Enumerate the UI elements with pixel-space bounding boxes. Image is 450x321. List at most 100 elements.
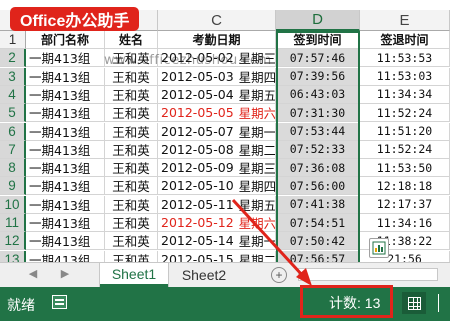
watermark: www.officezhushou.com [104,53,272,68]
weekday-text: 星期五 [238,197,276,213]
cell-checkin[interactable]: 06:43:03 [276,85,360,104]
weekday-text: 星期三 [238,161,276,177]
weekday-text: 星期六 [238,216,276,231]
row-number[interactable]: 2 [0,49,26,68]
sheet-tab-bar: ◀ ▶ Sheet1 Sheet2 + [0,262,450,287]
tab-prev-icon[interactable]: ◀ [26,267,40,280]
cell-dept[interactable]: 一期413组 [26,250,105,262]
cell-checkout[interactable]: 11:52:24 [360,140,450,159]
row-number[interactable]: 5 [0,104,26,123]
cell-name[interactable]: 王和英 [105,250,158,262]
cell-checkout[interactable]: 11:52:24 [360,104,450,123]
date-text: 2012-05-09 [161,160,234,176]
column-header[interactable]: E [360,10,450,31]
cell-checkin[interactable]: 07:53:44 [276,122,360,141]
cell-dept[interactable]: 一期413组 [26,104,105,123]
cell-name[interactable]: 王和英 [105,195,158,214]
row-number[interactable]: 1 [0,31,26,49]
cell-dept[interactable]: 一期413组 [26,232,105,251]
cell-name[interactable]: 王和英 [105,214,158,232]
page-layout-view-button[interactable] [438,294,450,312]
date-text: 2012-05-07 [161,123,234,139]
cell-date[interactable]: 2012-05-11 星期五 [158,195,276,214]
macro-record-icon[interactable] [52,295,67,309]
cell-name[interactable]: 王和英 [105,140,158,159]
cell-dept[interactable]: 一期413组 [26,67,105,86]
cell-date[interactable]: 2012-05-07 星期一 [158,122,276,141]
cell-dept[interactable]: 一期413组 [26,195,105,214]
cell-dept[interactable]: 一期413组 [26,85,105,104]
row-number[interactable]: 4 [0,85,26,104]
cell-date[interactable]: 2012-05-15 星期二 [158,250,276,262]
row-number[interactable]: 7 [0,140,26,159]
cell-checkin[interactable]: 07:31:30 [276,104,360,123]
cell-checkin[interactable]: 07:50:42 [276,232,360,251]
header-checkout[interactable]: 签退时间 [360,31,450,49]
row-number[interactable]: 8 [0,159,26,178]
weekday-text: 星期五 [238,87,276,103]
cell-checkout[interactable]: 11:34:16 [360,214,450,232]
cell-checkin[interactable]: 07:39:56 [276,67,360,86]
cell-checkout[interactable]: 11:53:03 [360,67,450,86]
header-name[interactable]: 姓名 [105,31,158,49]
cell-checkout[interactable]: 11:53:50 [360,159,450,178]
cell-name[interactable]: 王和英 [105,67,158,86]
cell-dept[interactable]: 一期413组 [26,214,105,232]
cell-checkin[interactable]: 07:54:51 [276,214,360,232]
row-number[interactable]: 12 [0,232,26,251]
row-number[interactable]: 10 [0,195,26,214]
cell-checkout[interactable]: 12:17:37 [360,195,450,214]
cell-checkin[interactable]: 07:56:57 [276,250,360,262]
header-checkin[interactable]: 签到时间 [276,31,360,49]
cell-dept[interactable]: 一期413组 [26,177,105,196]
header-date[interactable]: 考勤日期 [158,31,276,49]
cell-date[interactable]: 2012-05-08 星期二 [158,140,276,159]
cell-dept[interactable]: 一期413组 [26,122,105,141]
cell-date[interactable]: 2012-05-03 星期四 [158,67,276,86]
header-dept[interactable]: 部门名称 [26,31,105,49]
tab-sheet1[interactable]: Sheet1 [100,263,168,287]
date-text: 2012-05-04 [161,86,234,102]
cell-date[interactable]: 2012-05-12 星期六 [158,214,276,232]
cell-checkout[interactable]: 12:18:18 [360,177,450,196]
horizontal-scrollbar[interactable] [298,268,438,281]
cell-checkin[interactable]: 07:56:00 [276,177,360,196]
tab-next-icon[interactable]: ▶ [58,267,72,280]
row-number[interactable]: 13 [0,250,26,262]
cell-name[interactable]: 王和英 [105,122,158,141]
cell-date[interactable]: 2012-05-10 星期四 [158,177,276,196]
normal-view-icon[interactable] [402,292,426,314]
cell-date[interactable]: 2012-05-04 星期五 [158,85,276,104]
cell-checkin[interactable]: 07:57:46 [276,49,360,68]
cell-checkin[interactable]: 07:41:38 [276,195,360,214]
row-number[interactable]: 11 [0,214,26,232]
cell-dept[interactable]: 一期413组 [26,140,105,159]
cell-checkout[interactable]: 11:51:20 [360,122,450,141]
cell-name[interactable]: 王和英 [105,177,158,196]
row-number[interactable]: 3 [0,67,26,86]
column-header[interactable]: D [276,10,360,31]
cell-checkout[interactable]: 11:34:34 [360,85,450,104]
weekday-text: 星期二 [238,142,276,158]
date-text: 2012-05-03 [161,68,234,84]
cell-name[interactable]: 王和英 [105,159,158,178]
cell-dept[interactable]: 一期413组 [26,49,105,68]
column-header[interactable]: C [158,10,276,31]
cell-checkin[interactable]: 07:36:08 [276,159,360,178]
cell-name[interactable]: 王和英 [105,85,158,104]
cell-checkin[interactable]: 07:52:33 [276,140,360,159]
cell-name[interactable]: 王和英 [105,232,158,251]
row-number[interactable]: 9 [0,177,26,196]
cell-name[interactable]: 王和英 [105,104,158,123]
quick-analysis-icon[interactable] [369,238,389,258]
cell-dept[interactable]: 一期413组 [26,159,105,178]
cell-date[interactable]: 2012-05-05 星期六 [158,104,276,123]
date-text: 2012-05-11 [161,196,234,212]
cell-date[interactable]: 2012-05-14 星期一 [158,232,276,251]
add-sheet-icon[interactable]: + [271,267,287,283]
cell-checkout[interactable]: 11:53:53 [360,49,450,68]
cell-date[interactable]: 2012-05-09 星期三 [158,159,276,178]
row-number[interactable]: 6 [0,122,26,141]
spreadsheet-grid[interactable]: CDE 1234567891011121314 部门名称姓名考勤日期签到时间签退… [0,0,450,262]
tab-sheet2[interactable]: Sheet2 [172,263,236,287]
